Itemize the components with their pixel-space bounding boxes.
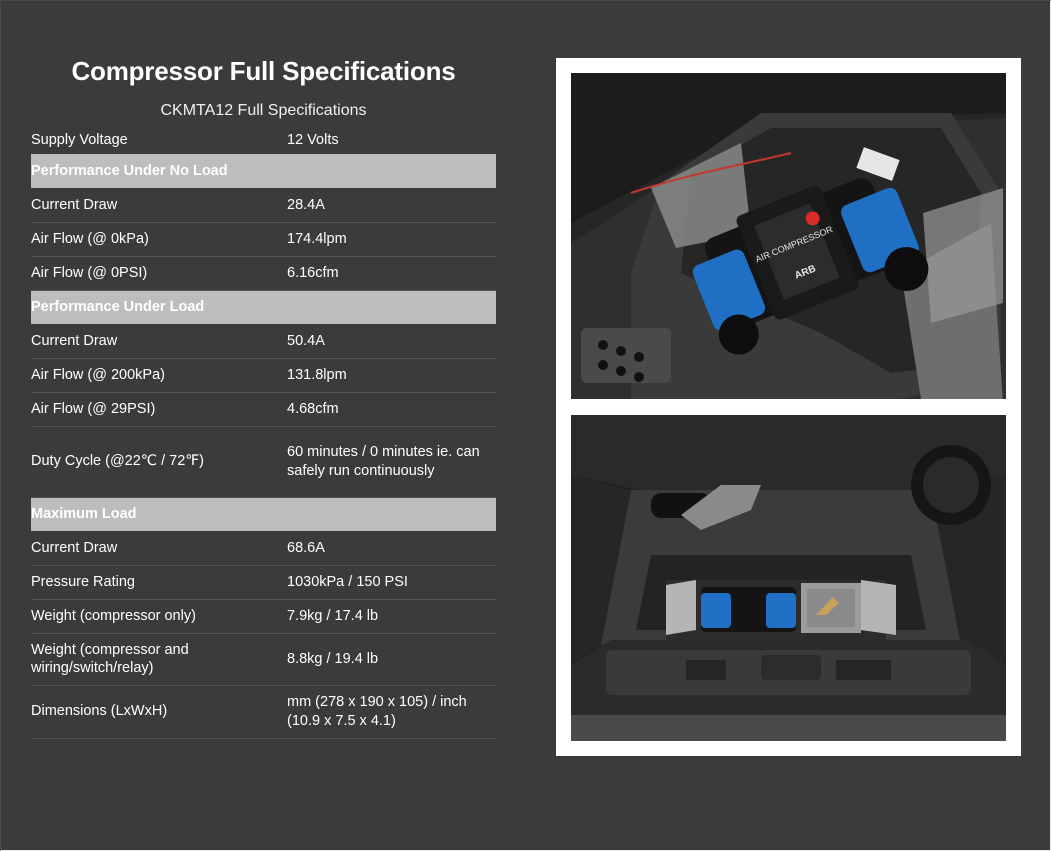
spec-row: Dimensions (LxWxH) mm (278 x 190 x 105) … <box>31 685 496 739</box>
cargo-area-image <box>571 415 1006 741</box>
spec-section-header: Performance Under Load <box>31 290 496 324</box>
spec-row: Current Draw 68.6A <box>31 531 496 566</box>
spec-label: Air Flow (@ 0kPa) <box>31 222 287 257</box>
spec-value: 28.4A <box>287 188 496 223</box>
spec-label: Supply Voltage <box>31 131 128 148</box>
spec-row: Weight (compressor and wiring/switch/rel… <box>31 633 496 686</box>
spec-subtitle: CKMTA12 Full Specifications <box>160 102 367 119</box>
spec-label: Duty Cycle (@22℃ / 72℉) <box>31 426 287 498</box>
spec-value: 7.9kg / 17.4 lb <box>287 599 496 634</box>
spec-value: mm (278 x 190 x 105) / inch (10.9 x 7.5 … <box>287 685 496 739</box>
section-label: Performance Under Load <box>31 290 496 324</box>
spec-row: Duty Cycle (@22℃ / 72℉) 60 minutes / 0 m… <box>31 426 496 498</box>
spec-row: Supply Voltage 12 Volts <box>31 126 496 154</box>
spec-label: Air Flow (@ 200kPa) <box>31 358 287 393</box>
spec-label: Air Flow (@ 29PSI) <box>31 392 287 427</box>
spec-column: Compressor Full Specifications CKMTA12 F… <box>31 56 496 739</box>
spec-value: 60 minutes / 0 minutes ie. can safely ru… <box>287 426 496 498</box>
spec-row: Pressure Rating 1030kPa / 150 PSI <box>31 565 496 600</box>
spec-value: 8.8kg / 19.4 lb <box>287 633 496 686</box>
spec-table: Supply Voltage 12 Volts Performance Unde… <box>31 126 496 739</box>
spec-value: 1030kPa / 150 PSI <box>287 565 496 600</box>
spec-label: Air Flow (@ 0PSI) <box>31 256 287 291</box>
section-label: Performance Under No Load <box>31 154 496 188</box>
compressor-closeup-image: AIR COMPRESSOR ARB <box>571 73 1006 399</box>
spec-label: Dimensions (LxWxH) <box>31 685 287 739</box>
spec-row: Air Flow (@ 0PSI) 6.16cfm <box>31 256 496 291</box>
spec-section-header: Performance Under No Load <box>31 154 496 188</box>
spec-row: Air Flow (@ 200kPa) 131.8lpm <box>31 358 496 393</box>
section-label: Maximum Load <box>31 497 496 531</box>
spec-section-header: Maximum Load <box>31 497 496 531</box>
spec-label: Current Draw <box>31 188 287 223</box>
spec-row: Air Flow (@ 0kPa) 174.4lpm <box>31 222 496 257</box>
spec-row: Current Draw 50.4A <box>31 324 496 359</box>
spec-value: 6.16cfm <box>287 256 496 291</box>
spec-value: 12 Volts <box>287 131 339 148</box>
photo-cargo-area <box>571 415 1006 741</box>
spec-value: 174.4lpm <box>287 222 496 257</box>
spec-value: 68.6A <box>287 531 496 566</box>
spec-row: Weight (compressor only) 7.9kg / 17.4 lb <box>31 599 496 634</box>
spec-label: Current Draw <box>31 324 287 359</box>
spec-label: Pressure Rating <box>31 565 287 600</box>
photo-card: AIR COMPRESSOR ARB <box>556 58 1021 756</box>
spec-row: Current Draw 28.4A <box>31 188 496 223</box>
page-title: Compressor Full Specifications <box>71 56 456 86</box>
spec-row: Air Flow (@ 29PSI) 4.68cfm <box>31 392 496 427</box>
spec-value: 131.8lpm <box>287 358 496 393</box>
spec-value: 4.68cfm <box>287 392 496 427</box>
spec-value: 50.4A <box>287 324 496 359</box>
spec-label: Current Draw <box>31 531 287 566</box>
spec-label: Weight (compressor and wiring/switch/rel… <box>31 633 287 686</box>
spec-label: Weight (compressor only) <box>31 599 287 634</box>
photo-compressor-closeup: AIR COMPRESSOR ARB <box>571 73 1006 399</box>
